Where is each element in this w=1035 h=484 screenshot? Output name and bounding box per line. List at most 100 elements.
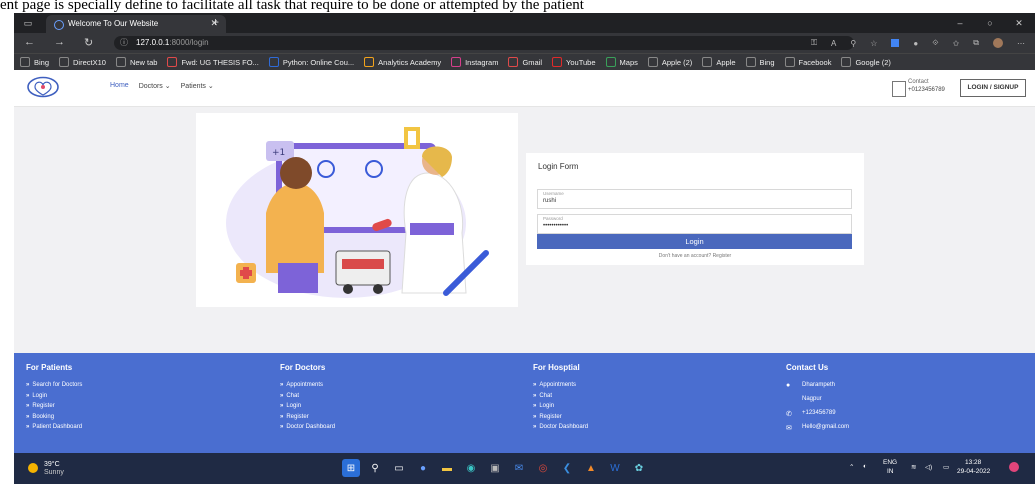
lang-primary[interactable]: ENG [883, 459, 897, 466]
restore-icon[interactable]: ○ [984, 17, 996, 29]
bookmark-item[interactable]: Maps [605, 57, 638, 67]
avatar[interactable] [993, 38, 1003, 48]
task-view-icon[interactable]: ▭ [390, 459, 408, 477]
lang-secondary[interactable]: IN [887, 468, 894, 475]
extension-dot-icon[interactable]: ● [913, 39, 918, 48]
weather-temp: 39°C [44, 461, 60, 468]
bookmark-item[interactable]: Fwd: UG THESIS FO... [167, 57, 259, 67]
volume-icon[interactable]: ◁) [925, 463, 932, 471]
favorite-icon[interactable]: ☆ [870, 39, 877, 48]
bookmark-item[interactable]: Instagram [451, 57, 498, 67]
app-orange-icon[interactable]: ▲ [582, 459, 600, 477]
footer-link[interactable]: » Booking [26, 414, 82, 420]
footer-link-label: Register [286, 413, 309, 420]
footer-link[interactable]: » Register [26, 403, 82, 409]
footer-link[interactable]: » Appointments [280, 382, 335, 388]
footer-link[interactable]: » Register [533, 414, 588, 420]
chrome-icon[interactable]: ◎ [534, 459, 552, 477]
footer-link[interactable]: » Patient Dashboard [26, 424, 82, 430]
bookmark-item[interactable]: Apple [702, 57, 736, 67]
forward-icon[interactable]: → [54, 36, 65, 48]
windows-start-icon[interactable]: ⊞ [342, 459, 360, 477]
wifi-icon[interactable]: ≋ [911, 463, 916, 471]
footer-link-label: Appointments [539, 382, 577, 388]
phone-icon: ✆ [786, 411, 792, 418]
word-icon[interactable]: W [606, 459, 624, 477]
bookmark-item[interactable]: Facebook [784, 57, 831, 67]
back-icon[interactable]: ← [24, 36, 35, 48]
footer-link[interactable]: » Login [26, 393, 82, 399]
double-chevron-icon: » [280, 403, 284, 410]
mail-icon: ✉ [786, 425, 792, 432]
nav-doctors[interactable]: Doctors ⌄ [139, 82, 171, 90]
vscode-icon[interactable]: ❮ [558, 459, 576, 477]
username-field[interactable]: Username rushi [537, 189, 852, 209]
collections-icon[interactable]: ⧉ [973, 38, 979, 48]
more-icon[interactable]: ⋯ [1017, 39, 1025, 48]
edge-icon[interactable]: ◉ [462, 459, 480, 477]
minimize-icon[interactable]: – [954, 17, 966, 29]
footer-link[interactable]: » Doctor Dashboard [280, 424, 335, 430]
double-chevron-icon: » [280, 424, 284, 431]
footer-link[interactable]: » Chat [280, 393, 335, 399]
tray-app-icon[interactable]: ◐ [863, 463, 867, 470]
password-field[interactable]: Password •••••••••••• [537, 214, 852, 234]
notification-icon[interactable] [1009, 462, 1019, 472]
chat-icon[interactable]: ● [414, 459, 432, 477]
site-info-icon[interactable]: ⓘ [120, 37, 128, 48]
bookmark-item[interactable]: Bing [20, 57, 49, 67]
bookmark-label: Bing [759, 57, 775, 67]
clock-date[interactable]: 29-04-2022 [957, 468, 990, 475]
footer-link[interactable]: » Search for Doctors [26, 382, 82, 388]
bookmark-item[interactable]: Gmail [508, 57, 542, 67]
url-text: 127.0.0.1:8000/login [136, 38, 209, 47]
bookmark-item[interactable]: YouTube [552, 57, 596, 67]
refresh-icon[interactable]: ↻ [84, 36, 93, 49]
close-window-icon[interactable]: ✕ [1013, 17, 1025, 29]
tab-actions-icon[interactable]: ▭ [22, 17, 34, 29]
url-field[interactable]: ⓘ 127.0.0.1:8000/login [114, 36, 854, 50]
nav-patients[interactable]: Patients ⌄ [181, 82, 214, 90]
bookmark-item[interactable]: DirectX10 [59, 57, 106, 67]
bookmark-item[interactable]: Python: Online Cou... [268, 57, 354, 67]
site-logo[interactable] [26, 76, 60, 98]
login-signup-button[interactable]: LOGIN / SIGNUP [960, 79, 1026, 97]
footer-link-label: Login [32, 392, 48, 399]
chevron-up-icon[interactable]: ⌃ [849, 463, 854, 471]
bookmark-label: Gmail [522, 57, 543, 67]
footer-link[interactable]: » Login [280, 403, 335, 409]
browser-tab[interactable]: Welcome To Our Website ✕ [46, 15, 226, 33]
footer-link[interactable]: » Login [533, 403, 588, 409]
bookmark-item[interactable]: Google (2) [841, 57, 891, 67]
footer-link[interactable]: » Appointments [533, 382, 588, 388]
bookmark-icon [20, 57, 30, 67]
login-button[interactable]: Login [537, 234, 852, 249]
footer-link[interactable]: » Doctor Dashboard [533, 424, 588, 430]
read-aloud-icon[interactable]: A [831, 39, 836, 48]
new-tab-icon[interactable]: + [212, 15, 219, 29]
bookmark-item[interactable]: Apple (2) [647, 57, 692, 67]
extension-icon[interactable] [891, 39, 900, 47]
search-icon[interactable]: ⚲ [366, 459, 384, 477]
app-misc-icon[interactable]: ✿ [630, 459, 648, 477]
mail-app-icon[interactable]: ✉ [510, 459, 528, 477]
favorites-bar-icon[interactable]: ✩ [953, 39, 960, 48]
double-chevron-icon: » [280, 392, 284, 399]
footer-link[interactable]: » Chat [533, 393, 588, 399]
key-icon[interactable]: ⚿ [811, 38, 817, 48]
nav-home[interactable]: Home [110, 82, 129, 90]
login-form-title: Login Form [538, 162, 579, 171]
zoom-icon[interactable]: ⚲ [850, 39, 856, 48]
bookmark-item[interactable]: New tab [115, 57, 157, 67]
battery-icon[interactable]: ▭ [943, 463, 949, 471]
file-explorer-icon[interactable]: ▬ [438, 459, 456, 477]
register-link[interactable]: Don't have an account? Register [526, 253, 864, 259]
bookmark-item[interactable]: Bing [745, 57, 775, 67]
bookmark-item[interactable]: Analytics Academy [364, 57, 441, 67]
store-icon[interactable]: ▣ [486, 459, 504, 477]
contact-number: +0123456789 [908, 87, 945, 93]
puzzle-icon[interactable]: ⟐ [932, 38, 938, 48]
double-chevron-icon: » [26, 403, 30, 410]
clock-time[interactable]: 13:28 [965, 459, 981, 466]
footer-link[interactable]: » Register [280, 414, 335, 420]
